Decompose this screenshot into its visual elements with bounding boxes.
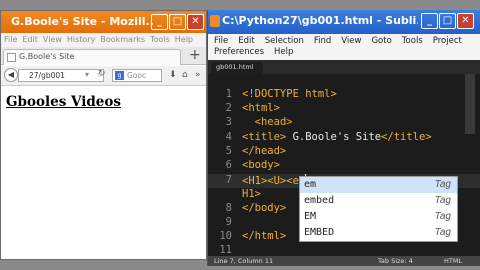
menu-file[interactable]: File [4,33,17,47]
close-button[interactable]: ✕ [187,14,204,30]
status-syntax[interactable]: HTML [444,256,462,266]
autocomplete-label: EMBED [304,227,335,238]
code-line-4: <title> G.Boole's Site</title> [242,131,432,143]
code-line-6: <body> [242,159,280,171]
autocomplete-item[interactable]: embed Tag [300,193,457,209]
sublime-tab-strip: gb001.html [208,60,480,74]
sublime-menubar: File Edit Selection Find View Goto Tools… [208,34,480,60]
line-number: 2 [225,102,232,114]
menu-help[interactable]: Help [274,47,293,57]
dropdown-arrow-icon[interactable]: ▾ [85,70,89,79]
minimize-button[interactable]: _ [151,14,168,30]
page-heading: Gbooles Videos [6,94,121,110]
desktop: G.Boole's Site - Mozill... _ □ ✕ File Ed… [0,0,480,270]
line-number: 3 [225,116,232,128]
home-icon[interactable]: ⌂ [182,70,188,80]
menu-view[interactable]: View [341,36,361,46]
autocomplete-kind: Tag [434,211,451,222]
autocomplete-item[interactable]: EM Tag [300,209,457,225]
autocomplete-kind: Tag [434,179,451,190]
line-number: 11 [219,244,232,256]
code-line-1: <!DOCTYPE html> [242,88,337,100]
firefox-window-controls: _ □ ✕ [151,14,204,30]
autocomplete-item[interactable]: EMBED Tag [300,225,457,241]
minimize-button[interactable]: _ [421,13,438,29]
code-line-5: </head> [242,145,287,157]
menu-goto[interactable]: Goto [371,36,391,46]
new-tab-button[interactable]: + [189,47,201,63]
line-number: 9 [225,216,232,228]
google-icon: g [115,71,124,80]
menu-edit[interactable]: Edit [238,36,254,46]
download-icon[interactable]: ⬇ [169,70,177,80]
menu-find[interactable]: Find [314,36,331,46]
editor-tab-label: gb001.html [216,63,254,71]
autocomplete-label: embed [304,195,335,206]
page-icon [7,53,16,62]
sublime-window-title: C:\Python27\gb001.html - Subli... [222,14,418,27]
menu-preferences[interactable]: Preferences [214,47,264,57]
code-line-7-wrap: H1> [242,188,261,200]
back-arrow-icon[interactable]: ◀ [4,68,18,82]
browser-tab-label: G.Boole's Site [19,52,75,61]
editor-tab[interactable]: gb001.html [211,62,263,74]
menu-selection[interactable]: Selection [265,36,304,46]
firefox-window-title: G.Boole's Site - Mozill... [11,15,153,28]
autocomplete-kind: Tag [434,227,451,238]
menu-tools[interactable]: Tools [402,36,423,46]
menu-tools[interactable]: Tools [150,33,170,47]
status-tab-size[interactable]: Tab Size: 4 [378,256,413,266]
firefox-menubar: File Edit View History Bookmarks Tools H… [1,33,206,47]
line-number: 7 [225,174,232,186]
code-line-3: <head> [254,116,293,128]
line-number: 5 [225,145,232,157]
close-button[interactable]: ✕ [457,13,474,29]
sublime-titlebar: C:\Python27\gb001.html - Subli... _ □ ✕ [208,10,480,34]
url-bar[interactable]: 27/gb001 ▾ ☆ [18,69,104,82]
browser-tab[interactable]: G.Boole's Site [3,49,181,65]
line-number: 4 [225,131,232,143]
code-line-2: <html> [242,102,280,114]
sublime-window-controls: _ □ ✕ [421,13,474,29]
menu-file[interactable]: File [214,36,228,46]
line-number: 1 [225,88,232,100]
search-input[interactable]: g Gooc [112,69,162,82]
menu-bookmarks[interactable]: Bookmarks [100,33,145,47]
firefox-titlebar: G.Boole's Site - Mozill... _ □ ✕ [1,11,206,33]
maximize-button[interactable]: □ [439,13,456,29]
menu-icon[interactable]: » [195,70,201,80]
url-text: 27/gb001 [29,71,65,80]
menu-history[interactable]: History [67,33,95,47]
autocomplete-label: em [304,179,317,190]
code-line-8: </body> [242,202,287,214]
line-number: 8 [225,202,232,214]
search-placeholder: Gooc [127,71,147,80]
firefox-window: G.Boole's Site - Mozill... _ □ ✕ File Ed… [0,10,207,260]
line-number: 10 [219,230,232,242]
code-line-10: </html> [242,230,287,242]
autocomplete-label: EM [304,211,317,222]
autocomplete-item[interactable]: em Tag [300,177,457,193]
minimap[interactable] [465,74,475,134]
menu-view[interactable]: View [43,33,62,47]
autocomplete-popup: em Tag embed Tag EM Tag EMBED Tag [299,176,458,242]
autocomplete-kind: Tag [434,195,451,206]
maximize-button[interactable]: □ [169,14,186,30]
menu-project[interactable]: Project [433,36,462,46]
reload-icon[interactable]: ↻ [98,69,106,79]
firefox-navbar: ◀ 27/gb001 ▾ ☆ ↻ g Gooc ⬇ ⌂ » [1,66,206,86]
menu-help[interactable]: Help [175,33,193,47]
status-bar: Line 7, Column 11 Tab Size: 4 HTML [208,256,480,266]
status-position: Line 7, Column 11 [214,257,274,265]
firefox-tab-strip: G.Boole's Site + [1,47,206,65]
sublime-logo-icon [210,15,220,27]
menu-edit[interactable]: Edit [22,33,38,47]
line-number: 6 [225,159,232,171]
